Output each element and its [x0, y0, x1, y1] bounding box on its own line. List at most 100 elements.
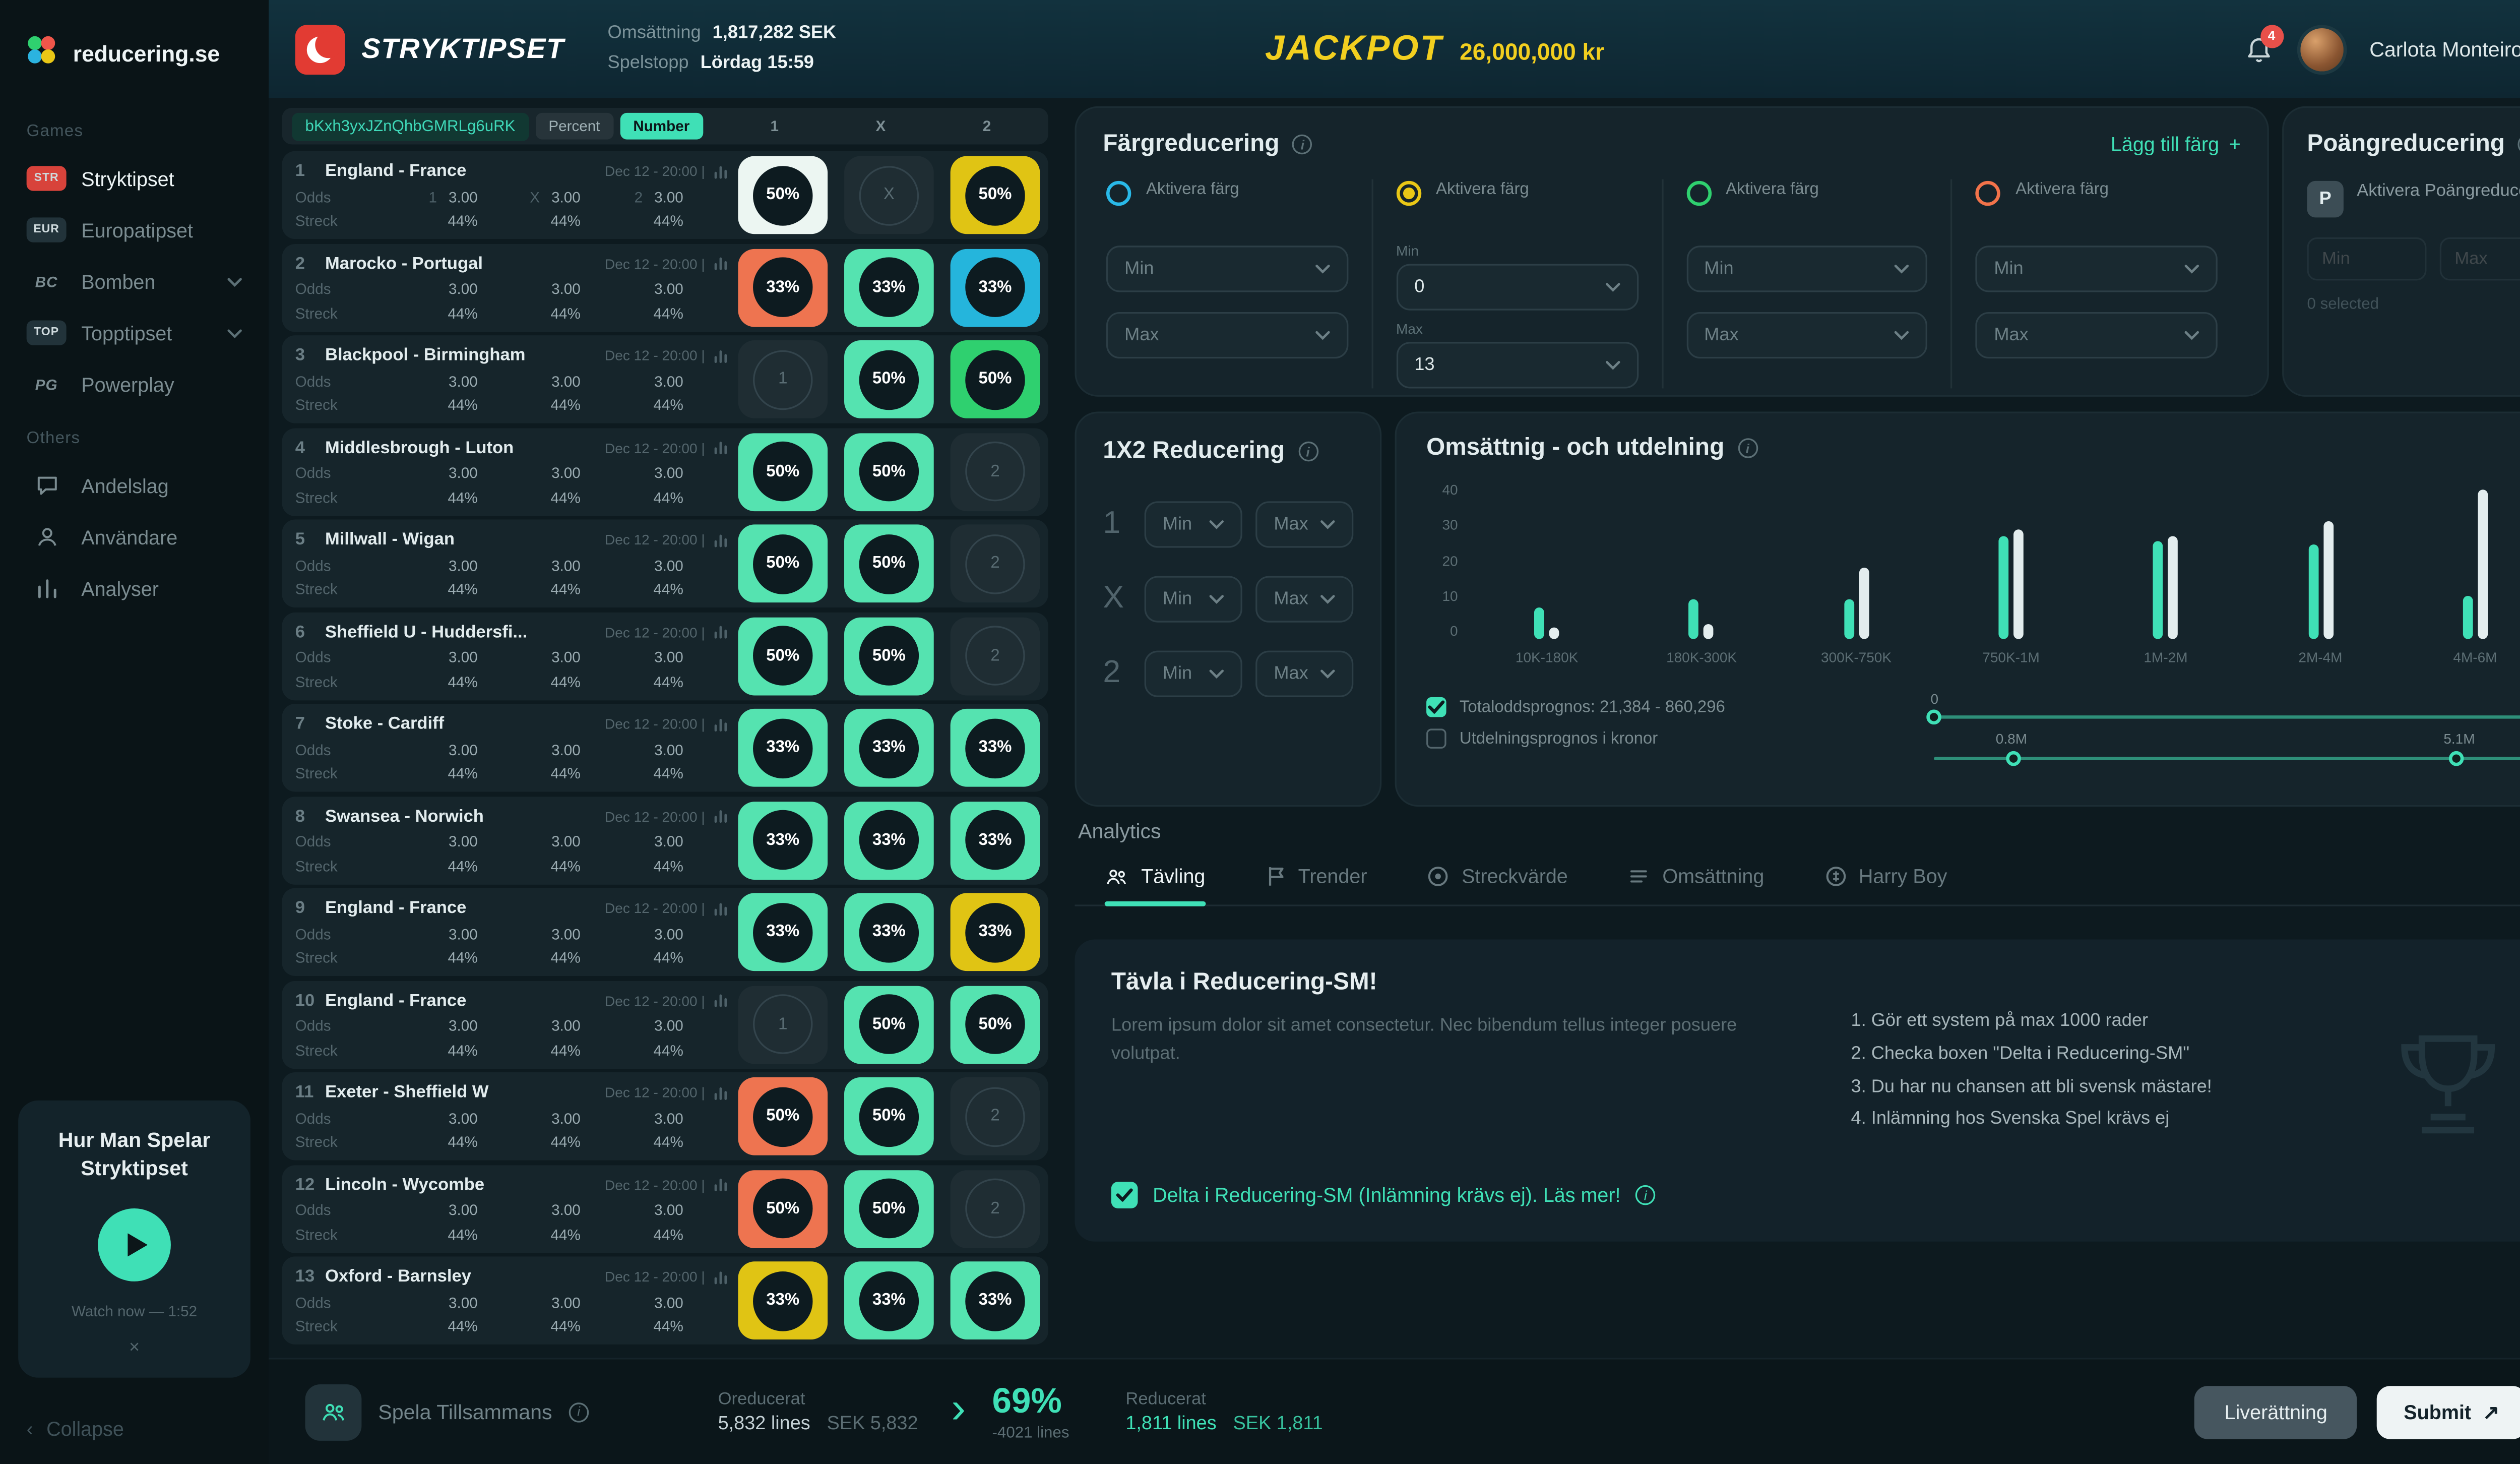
min-select[interactable]: Min [1976, 246, 2218, 292]
max-select[interactable]: Max [1686, 312, 1928, 358]
outcome-cell[interactable]: 33% [844, 709, 934, 787]
legend-checkbox[interactable] [1426, 728, 1446, 749]
info-icon[interactable]: i [1738, 438, 1757, 458]
tab-tavling[interactable]: Tävling [1105, 865, 1206, 904]
color-radio[interactable] [1976, 181, 2000, 206]
sidebar-item-topptipset[interactable]: TOPTopptipset [0, 307, 269, 358]
outcome-cell[interactable]: X [844, 156, 934, 234]
stats-icon[interactable] [713, 716, 728, 731]
legend-checkbox[interactable] [1426, 697, 1446, 717]
outcome-cell[interactable]: 2 [951, 1170, 1040, 1248]
outcome-cell[interactable]: 33% [951, 893, 1040, 971]
stats-icon[interactable] [713, 256, 728, 271]
min-select[interactable]: 0 [1396, 264, 1638, 311]
stats-icon[interactable] [713, 624, 728, 639]
outcome-cell[interactable]: 33% [738, 248, 828, 326]
outcome-cell[interactable]: 33% [738, 893, 828, 971]
sm-checkbox[interactable] [1111, 1182, 1138, 1208]
tab-omsattning[interactable]: Omsättning [1627, 865, 1764, 904]
outcome-cell[interactable]: 1 [738, 985, 828, 1063]
outcome-cell[interactable]: 2 [951, 524, 1040, 602]
play-button[interactable] [98, 1208, 171, 1282]
outcome-cell[interactable]: 33% [951, 709, 1040, 787]
outcome-cell[interactable]: 50% [738, 1170, 828, 1248]
min-select[interactable]: Min [1106, 246, 1348, 292]
sidebar-item-analyser[interactable]: Analyser [0, 563, 269, 614]
max-select[interactable]: 13 [1396, 342, 1638, 388]
points-min-input[interactable] [2307, 237, 2427, 281]
slider-handle[interactable] [1926, 710, 1941, 725]
coupon-code[interactable]: bKxh3yxJZnQhbGMRLg6uRK [292, 112, 529, 140]
stats-icon[interactable] [713, 1177, 728, 1192]
outcome-cell[interactable]: 33% [951, 248, 1040, 326]
outcome-cell[interactable]: 50% [738, 433, 828, 511]
avatar[interactable] [2296, 24, 2346, 74]
stats-icon[interactable] [713, 900, 728, 916]
sm-checkbox-label[interactable]: Delta i Reducering-SM (Inlämning krävs e… [1153, 1184, 1620, 1207]
color-radio[interactable] [1396, 181, 1421, 206]
max-select[interactable]: Max [1106, 312, 1348, 358]
outcome-cell[interactable]: 50% [844, 985, 934, 1063]
outcome-cell[interactable]: 50% [738, 617, 828, 695]
slider-handle[interactable] [2006, 751, 2022, 766]
outcome-cell[interactable]: 50% [844, 524, 934, 602]
outcome-cell[interactable]: 50% [951, 340, 1040, 418]
outcome-cell[interactable]: 33% [844, 248, 934, 326]
outcome-cell[interactable]: 33% [844, 1261, 934, 1339]
outcome-cell[interactable]: 50% [951, 985, 1040, 1063]
max-select-2[interactable]: Max [1255, 651, 1353, 697]
sidebar-item-powerplay[interactable]: PGPowerplay [0, 358, 269, 410]
points-max-input[interactable] [2440, 237, 2520, 281]
tab-harry-boy[interactable]: Harry Boy [1824, 865, 1947, 904]
stats-icon[interactable] [713, 163, 728, 178]
outcome-cell[interactable]: 50% [738, 524, 828, 602]
sidebar-item-andelslag[interactable]: Andelslag [0, 460, 269, 511]
number-toggle[interactable]: Number [620, 113, 703, 140]
app-logo[interactable]: reducering.se [0, 0, 269, 103]
info-icon[interactable]: i [2518, 135, 2520, 155]
info-icon[interactable]: i [1293, 135, 1312, 155]
sidebar-item-stryktipset[interactable]: STRStryktipset [0, 153, 269, 204]
max-select[interactable]: Max [1976, 312, 2218, 358]
add-color-button[interactable]: Lägg till färg + [2111, 133, 2241, 156]
sidebar-item-europatipset[interactable]: EUREuropatipset [0, 204, 269, 256]
close-icon[interactable]: × [38, 1338, 231, 1358]
outcome-cell[interactable]: 50% [844, 617, 934, 695]
outcome-cell[interactable]: 33% [738, 801, 828, 879]
outcome-cell[interactable]: 50% [844, 340, 934, 418]
info-icon[interactable]: i [1635, 1185, 1655, 1205]
stats-icon[interactable] [713, 348, 728, 363]
color-radio[interactable] [1106, 181, 1131, 206]
tab-trender[interactable]: Trender [1265, 865, 1367, 904]
outcome-cell[interactable]: 33% [738, 709, 828, 787]
slider-track[interactable] [1934, 757, 2520, 760]
notifications-bell-icon[interactable]: 4 [2243, 34, 2273, 64]
percent-toggle[interactable]: Percent [535, 113, 613, 140]
color-radio[interactable] [1686, 181, 1711, 206]
sidebar-item-bomben[interactable]: BCBomben [0, 256, 269, 307]
max-select-x[interactable]: Max [1255, 576, 1353, 622]
outcome-cell[interactable]: 50% [738, 156, 828, 234]
stats-icon[interactable] [713, 1269, 728, 1284]
outcome-cell[interactable]: 2 [951, 1077, 1040, 1155]
submit-button[interactable]: Submit ↗ [2377, 1385, 2520, 1438]
outcome-cell[interactable]: 50% [738, 1077, 828, 1155]
stryktipset-logo[interactable]: STRYKTIPSET [295, 24, 564, 74]
outcome-cell[interactable]: 2 [951, 617, 1040, 695]
info-icon[interactable]: i [569, 1402, 588, 1422]
outcome-cell[interactable]: 50% [844, 1077, 934, 1155]
outcome-cell[interactable]: 33% [951, 801, 1040, 879]
max-select-1[interactable]: Max [1255, 501, 1353, 547]
stats-icon[interactable] [713, 1085, 728, 1100]
outcome-cell[interactable]: 50% [844, 1170, 934, 1248]
play-together[interactable]: Spela Tillsammans i [305, 1383, 589, 1440]
outcome-cell[interactable]: 33% [844, 801, 934, 879]
min-select-2[interactable]: Min [1145, 651, 1242, 697]
outcome-cell[interactable]: 33% [844, 893, 934, 971]
min-select-1[interactable]: Min [1145, 501, 1242, 547]
stats-icon[interactable] [713, 440, 728, 455]
outcome-cell[interactable]: 1 [738, 340, 828, 418]
min-select-x[interactable]: Min [1145, 576, 1242, 622]
stats-icon[interactable] [713, 808, 728, 823]
outcome-cell[interactable]: 50% [844, 433, 934, 511]
